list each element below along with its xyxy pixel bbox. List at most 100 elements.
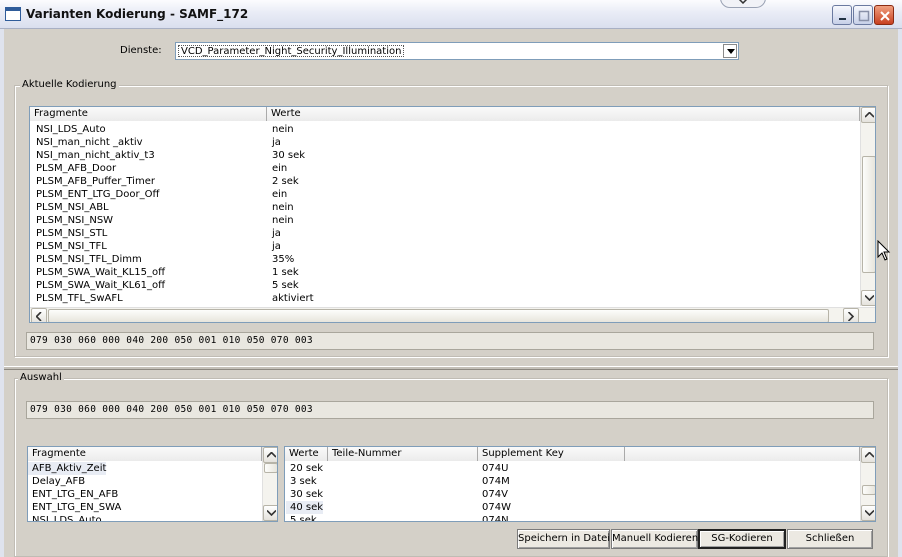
close-window-button[interactable] (874, 5, 894, 25)
table-row[interactable]: NSI_man_nicht _aktiv ja (30, 136, 875, 149)
table-row[interactable]: PLSM_NSI_TFL ja (30, 240, 875, 253)
table-row[interactable]: PLSM_SWA_Wait_KL61_off 5 sek (30, 279, 875, 292)
fragment-cell: ENT_LTG_EN_AFB (32, 489, 119, 500)
scroll-up-button[interactable] (861, 107, 875, 123)
fragment-cell: NSI_man_nicht _aktiv (36, 137, 143, 148)
scroll-up-button[interactable] (861, 447, 875, 463)
scroll-thumb[interactable] (862, 156, 875, 273)
dienste-select[interactable]: VCD_Parameter_Night_Security_Illuminatio… (175, 42, 739, 60)
pane-splitter[interactable] (4, 366, 898, 370)
fragment-cell: AFB_Aktiv_Zeit (28, 462, 107, 475)
table-row[interactable]: PLSM_AFB_Puffer_Timer 2 sek (30, 175, 875, 188)
vertical-scrollbar[interactable] (860, 447, 875, 521)
auswahl-werte-list[interactable]: Werte Teile-Nummer Supplement Key 20 sek… (284, 446, 876, 522)
save-to-file-button[interactable]: Speichern in Datei (517, 529, 610, 549)
scroll-right-button[interactable] (843, 308, 859, 322)
column-header-werte[interactable]: Werte (285, 447, 328, 461)
collapse-tab-icon[interactable] (720, 0, 766, 8)
wert-cell: ja (272, 241, 281, 252)
manual-code-button[interactable]: Manuell Kodieren (611, 529, 698, 549)
column-header-fragmente[interactable]: Fragmente (28, 447, 262, 461)
table-row[interactable]: PLSM_NSI_NSW nein (30, 214, 875, 227)
minimize-button[interactable] (832, 5, 852, 25)
fragment-cell: PLSM_AFB_Puffer_Timer (36, 176, 155, 187)
horizontal-scroll-thumb[interactable] (48, 309, 829, 322)
list-header: Fragmente Werte (30, 107, 860, 121)
chevron-up-icon (267, 452, 276, 458)
fragment-cell: PLSM_AFB_Door (36, 163, 117, 174)
scroll-down-button[interactable] (263, 505, 277, 521)
wert-cell: 30 sek (272, 150, 306, 161)
table-row[interactable]: PLSM_AFB_Door ein (30, 162, 875, 175)
wert-cell: 5 sek (290, 515, 317, 522)
minimize-icon (839, 18, 846, 20)
table-row[interactable]: PLSM_ENT_LTG_Door_Off ein (30, 188, 875, 201)
list-item[interactable]: ENT_LTG_EN_AFB (28, 488, 277, 501)
list-item[interactable]: Delay_AFB (28, 475, 277, 488)
list-item[interactable]: ENT_LTG_EN_SWA (28, 501, 277, 514)
wert-cell: ja (272, 228, 281, 239)
chevron-left-icon (36, 312, 42, 321)
horizontal-scrollbar[interactable] (30, 307, 875, 322)
close-button[interactable]: Schließen (787, 529, 873, 549)
list-item[interactable]: NSI_LDS_Auto (28, 514, 277, 521)
supplement-key-cell: 074U (482, 463, 509, 474)
title-bar[interactable]: Varianten Kodierung - SAMF_172 (0, 0, 902, 29)
wert-cell: 2 sek (272, 176, 299, 187)
supplement-key-cell: 074N (482, 515, 509, 522)
dropdown-button[interactable] (723, 44, 737, 58)
window-title: Varianten Kodierung - SAMF_172 (26, 7, 249, 21)
auswahl-fragmente-list[interactable]: Fragmente AFB_Aktiv_Zeit Delay_AFB ENT_LTG… (27, 446, 278, 522)
wert-cell: ein (272, 163, 288, 174)
fragment-cell: PLSM_NSI_STL (36, 228, 108, 239)
list-item[interactable]: AFB_Aktiv_Zeit (28, 462, 277, 475)
column-header-fragmente[interactable]: Fragmente (30, 107, 267, 121)
table-row[interactable]: PLSM_NSI_STL ja (30, 227, 875, 240)
wert-cell: 30 sek (290, 489, 324, 500)
scroll-left-button[interactable] (31, 308, 47, 322)
list-header: Fragmente (28, 447, 262, 461)
wert-cell: nein (272, 202, 294, 213)
table-row[interactable]: NSI_LDS_Auto nein (30, 123, 875, 136)
sg-code-button[interactable]: SG-Kodieren (698, 529, 786, 549)
vertical-scrollbar[interactable] (860, 107, 875, 306)
column-header-teile-nummer[interactable]: Teile-Nummer (328, 447, 478, 461)
auswahl-title: Auswahl (18, 372, 64, 383)
list-item[interactable]: 30 sek 074V (285, 488, 875, 501)
list-header: Werte Teile-Nummer Supplement Key (285, 447, 860, 461)
scroll-thumb[interactable] (862, 485, 875, 495)
mouse-cursor-icon (877, 240, 891, 261)
wert-cell: 20 sek (290, 463, 324, 474)
aktuelle-list[interactable]: Fragmente Werte NSI_LDS_Auto nein NSI_man_… (29, 106, 876, 323)
list-item[interactable]: 5 sek 074N (285, 514, 875, 522)
wert-cell: 3 sek (290, 476, 317, 487)
scroll-down-button[interactable] (861, 290, 875, 306)
scroll-thumb[interactable] (264, 463, 277, 473)
dienste-value: VCD_Parameter_Night_Security_Illuminatio… (178, 45, 405, 57)
chevron-up-icon (865, 112, 874, 118)
column-header-supplement-key[interactable]: Supplement Key (478, 447, 625, 461)
wert-cell: ja (272, 137, 281, 148)
chevron-up-icon (865, 452, 874, 458)
maximize-button[interactable] (853, 5, 873, 25)
table-row[interactable]: PLSM_NSI_TFL_Dimm 35% (30, 253, 875, 266)
list-item[interactable]: 3 sek 074M (285, 475, 875, 488)
table-row[interactable]: PLSM_TFL_SwAFL aktiviert (30, 292, 875, 305)
aktuelle-code-field[interactable]: 079 030 060 000 040 200 050 001 010 050 … (26, 332, 874, 350)
vertical-scrollbar[interactable] (262, 447, 277, 521)
table-row[interactable]: PLSM_NSI_ABL nein (30, 201, 875, 214)
aktuelle-kodierung-title: Aktuelle Kodierung (20, 79, 119, 90)
fragment-cell: Delay_AFB (32, 476, 86, 487)
scroll-up-button[interactable] (263, 447, 277, 463)
window-icon (5, 7, 21, 21)
table-row[interactable]: PLSM_SWA_Wait_KL15_off 1 sek (30, 266, 875, 279)
auswahl-code-field[interactable]: 079 030 060 000 040 200 050 001 010 050 … (26, 401, 874, 419)
table-row[interactable]: NSI_man_nicht_aktiv_t3 30 sek (30, 149, 875, 162)
list-item[interactable]: 20 sek 074U (285, 462, 875, 475)
fragment-cell: NSI_LDS_Auto (36, 124, 106, 135)
wert-cell: 5 sek (272, 280, 299, 291)
maximize-icon (858, 10, 870, 22)
scroll-down-button[interactable] (861, 505, 875, 521)
list-item[interactable]: 40 sek 074W (285, 501, 875, 514)
column-header-werte[interactable]: Werte (267, 107, 860, 121)
